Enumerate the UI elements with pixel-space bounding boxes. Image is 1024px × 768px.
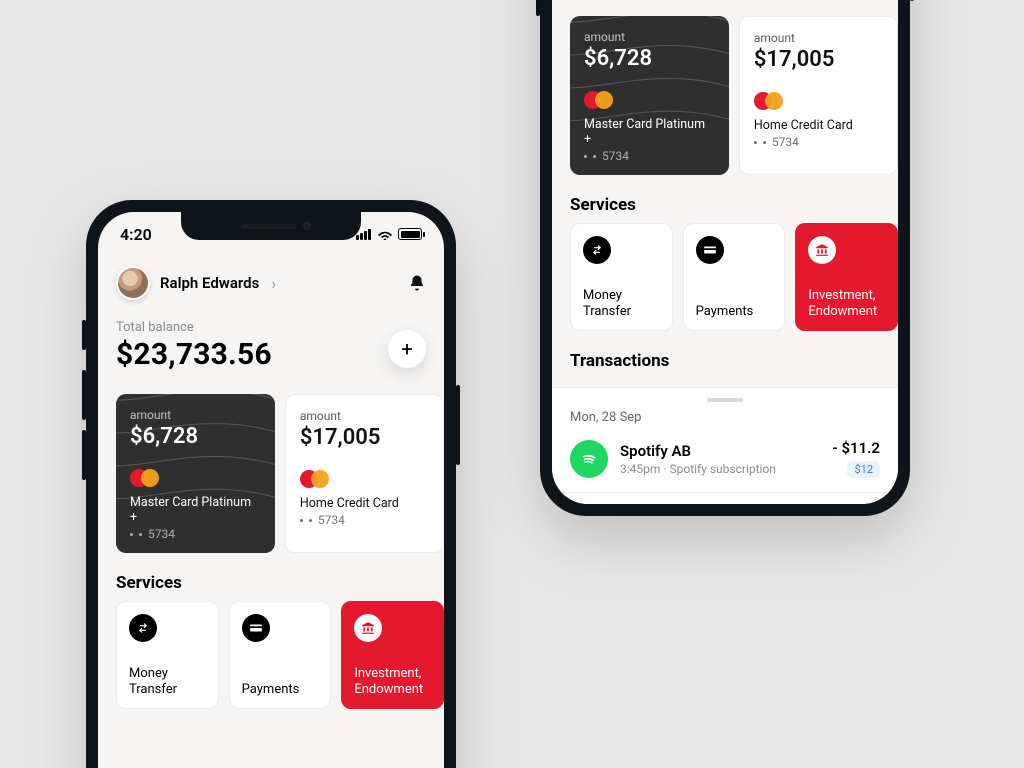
side-button [82, 320, 86, 350]
wifi-icon [377, 228, 393, 240]
service-money-transfer[interactable]: Money Transfer [570, 223, 673, 331]
transaction-amount: - $11.2 [832, 439, 880, 457]
cards-row[interactable]: amount $6,728 Master Card Platinum + 573… [552, 0, 898, 175]
card-mask: 5734 [130, 527, 261, 541]
card-amount-label: amount [130, 408, 261, 422]
service-payments[interactable]: Payments [229, 601, 332, 709]
side-button [82, 370, 86, 420]
tab-wallet[interactable]: Wallet [566, 501, 595, 504]
card-secondary[interactable]: amount $17,005 Home Credit Card 5734 [285, 394, 444, 553]
service-label: Investment, Endowment [808, 288, 885, 321]
tab-support[interactable]: Support [772, 501, 809, 504]
total-balance: Total balance $23,733.56 + [98, 300, 444, 378]
tab-products[interactable]: Products [842, 501, 884, 504]
side-button [910, 0, 914, 1]
side-button [456, 385, 460, 465]
service-label: Money Transfer [129, 666, 206, 699]
transaction-date: Mon, 28 Sep [552, 408, 898, 431]
card-icon [696, 236, 724, 264]
transfer-icon [583, 236, 611, 264]
card-mask: 5734 [584, 149, 715, 163]
notch [181, 212, 361, 240]
wallet-icon [570, 501, 592, 504]
add-button[interactable]: + [388, 330, 426, 368]
phone-left: 4:20 Ralph Edwards › [86, 200, 456, 768]
user-profile-button[interactable]: Ralph Edwards › [116, 266, 276, 300]
card-icon [242, 614, 270, 642]
card-primary[interactable]: amount $6,728 Master Card Platinum + 573… [570, 16, 729, 175]
card-name: Master Card Platinum + [130, 495, 261, 525]
section-title-transactions: Transactions [552, 331, 898, 379]
spotify-icon [570, 440, 608, 478]
tab-history[interactable]: History [628, 501, 661, 504]
card-amount: $17,005 [754, 47, 883, 72]
service-label: Payments [242, 682, 319, 698]
transaction-subtitle: 3:45pm · Spotify subscription [620, 462, 820, 476]
transfer-icon [129, 614, 157, 642]
card-mask: 5734 [300, 513, 429, 527]
mastercard-icon [754, 92, 883, 110]
services-row[interactable]: Money Transfer Payments Investment, Endo… [98, 601, 444, 709]
card-primary[interactable]: amount $6,728 Master Card Platinum + 573… [116, 394, 275, 553]
chevron-right-icon: › [271, 274, 276, 293]
total-balance-label: Total balance [116, 320, 426, 335]
card-mask: 5734 [754, 135, 883, 149]
card-icon [706, 501, 728, 504]
compass-icon [852, 501, 874, 504]
service-investment[interactable]: Investment, Endowment [341, 601, 444, 709]
card-amount-label: amount [754, 31, 883, 45]
history-icon [633, 501, 655, 504]
service-label: Investment, Endowment [354, 666, 431, 699]
services-row[interactable]: Money Transfer Payments Investment, Endo… [552, 223, 898, 331]
card-name: Home Credit Card [754, 118, 883, 133]
tab-payments[interactable]: Payments [693, 501, 740, 504]
service-label: Money Transfer [583, 288, 660, 321]
transaction-merchant: Spotify AB [620, 442, 820, 460]
card-amount: $6,728 [130, 424, 261, 449]
service-label: Payments [696, 304, 773, 320]
battery-icon [398, 228, 422, 240]
tab-bar: Wallet History Payments Support [552, 492, 898, 504]
user-name: Ralph Edwards [160, 274, 259, 292]
cards-row[interactable]: amount $6,728 Master Card Platinum + 573… [98, 378, 444, 553]
card-name: Home Credit Card [300, 496, 429, 511]
card-amount: $6,728 [584, 46, 715, 71]
card-amount-label: amount [300, 409, 429, 423]
mastercard-icon [300, 470, 429, 488]
bank-icon [808, 236, 836, 264]
section-title-services: Services [98, 553, 444, 601]
bank-icon [354, 614, 382, 642]
phone-right: amount $6,728 Master Card Platinum + 573… [540, 0, 910, 516]
notifications-button[interactable] [408, 274, 426, 292]
side-button [82, 430, 86, 480]
total-balance-amount: $23,733.56 [116, 337, 426, 372]
side-button [536, 0, 540, 16]
card-amount: $17,005 [300, 425, 429, 450]
transaction-badge: $12 [847, 461, 880, 478]
card-amount-label: amount [584, 30, 715, 44]
status-time: 4:20 [120, 225, 152, 244]
mastercard-icon [130, 469, 261, 487]
service-payments[interactable]: Payments [683, 223, 786, 331]
chat-icon [780, 501, 802, 504]
transactions-sheet[interactable]: Mon, 28 Sep Spotify AB 3:45pm · Spotify … [552, 387, 898, 504]
drag-handle[interactable] [707, 398, 743, 402]
mastercard-icon [584, 91, 715, 109]
avatar [116, 266, 150, 300]
card-name: Master Card Platinum + [584, 117, 715, 147]
service-money-transfer[interactable]: Money Transfer [116, 601, 219, 709]
section-title-services: Services [552, 175, 898, 223]
card-secondary[interactable]: amount $17,005 Home Credit Card 5734 [739, 16, 898, 175]
transaction-row[interactable]: Spotify AB 3:45pm · Spotify subscription… [552, 431, 898, 492]
service-investment[interactable]: Investment, Endowment [795, 223, 898, 331]
